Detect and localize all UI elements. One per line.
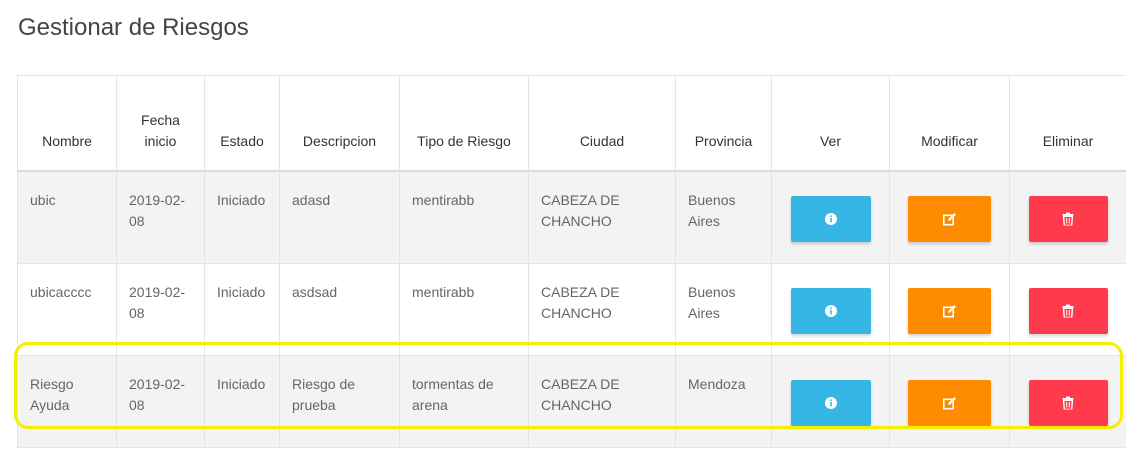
header-tipo-riesgo[interactable]: Tipo de Riesgo [399, 75, 529, 172]
cell-descripcion: Riesgo de prueba [279, 354, 400, 448]
edit-icon [942, 396, 956, 409]
table-row: Riesgo Ayuda 2019-02- 08 Iniciado Riesgo d… [17, 354, 1126, 448]
edit-button[interactable] [908, 379, 991, 426]
cell-nombre: ubicacccc [17, 262, 117, 356]
cell-ciudad: CABEZA DE CHANCHO [528, 354, 676, 448]
info-icon [824, 396, 837, 409]
view-button[interactable] [790, 287, 871, 334]
info-icon [824, 304, 837, 317]
cell-modificar [889, 170, 1010, 264]
table-row: ubicacccc 2019-02- 08 Iniciado asdsad men… [17, 262, 1126, 356]
delete-button[interactable] [1028, 287, 1108, 334]
trash-icon [1062, 212, 1074, 226]
edit-button[interactable] [908, 287, 991, 334]
page-title: Gestionar de Riesgos [18, 14, 249, 41]
delete-button[interactable] [1028, 196, 1108, 242]
info-icon [824, 213, 837, 225]
header-descripcion[interactable]: Descripcion [279, 75, 400, 172]
cell-modificar [889, 354, 1010, 448]
cell-eliminar [1009, 354, 1126, 448]
cell-descripcion: adasd [279, 170, 400, 264]
cell-estado: Iniciado [204, 170, 280, 264]
cell-ver [771, 170, 890, 264]
header-fecha-inicio[interactable]: Fecha inicio [116, 75, 205, 172]
view-button[interactable] [790, 196, 871, 242]
cell-ver [771, 262, 890, 356]
cell-estado: Iniciado [204, 262, 280, 356]
edit-icon [942, 213, 956, 226]
cell-descripcion: asdsad [279, 262, 400, 356]
header-fecha-line1: Fecha [141, 112, 180, 128]
cell-tipo: mentirabb [399, 170, 529, 264]
cell-ciudad: CABEZA DE CHANCHO [528, 262, 676, 356]
header-ciudad[interactable]: Ciudad [528, 75, 676, 172]
header-provincia[interactable]: Provincia [675, 75, 772, 172]
header-eliminar: Eliminar [1009, 75, 1126, 172]
header-modificar: Modificar [889, 75, 1010, 172]
cell-eliminar [1009, 170, 1126, 264]
header-fecha-line2: inicio [144, 133, 177, 149]
cell-eliminar [1009, 262, 1126, 356]
table-header-row: Nombre Fecha inicio Estado Descripcion Ti… [17, 75, 1126, 172]
header-estado[interactable]: Estado [204, 75, 280, 172]
header-ver: Ver [771, 75, 890, 172]
trash-icon [1062, 304, 1074, 317]
cell-provincia: Buenos Aires [675, 170, 772, 264]
table-row: ubic 2019-02- 08 Iniciado adasd mentirabb… [17, 170, 1126, 264]
edit-icon [942, 304, 956, 317]
cell-tipo: tormentas de arena [399, 354, 529, 448]
cell-fecha: 2019-02- 08 [116, 354, 205, 448]
cell-ver [771, 354, 890, 448]
cell-modificar [889, 262, 1010, 356]
cell-nombre: Riesgo Ayuda [17, 354, 117, 448]
cell-tipo: mentirabb [399, 262, 529, 356]
cell-provincia: Mendoza [675, 354, 772, 448]
cell-fecha: 2019-02- 08 [116, 170, 205, 264]
header-nombre[interactable]: Nombre [17, 75, 117, 172]
cell-estado: Iniciado [204, 354, 280, 448]
cell-provincia: Buenos Aires [675, 262, 772, 356]
cell-fecha: 2019-02- 08 [116, 262, 205, 356]
trash-icon [1062, 396, 1074, 409]
cell-ciudad: CABEZA DE CHANCHO [528, 170, 676, 264]
view-button[interactable] [790, 379, 871, 426]
cell-nombre: ubic [17, 170, 117, 264]
delete-button[interactable] [1028, 379, 1108, 426]
edit-button[interactable] [908, 196, 991, 242]
risks-table: Nombre Fecha inicio Estado Descripcion Ti… [17, 75, 1126, 448]
